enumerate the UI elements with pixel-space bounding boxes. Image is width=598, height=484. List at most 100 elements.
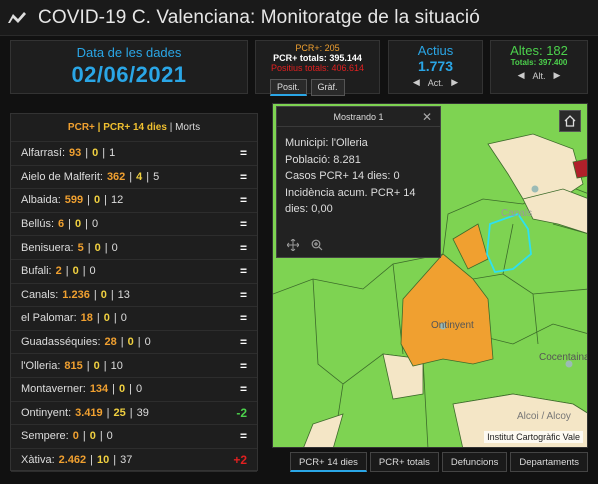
pcr14-value: 4	[136, 170, 143, 183]
tab-departaments[interactable]: Departaments	[510, 452, 589, 472]
pcr-value: 362	[106, 170, 126, 183]
close-icon[interactable]: ✕	[422, 107, 432, 127]
list-item[interactable]: Guadasséquies: 28 | 0 | 0 =	[11, 331, 257, 355]
list-item[interactable]: Ontinyent: 3.419 | 25 | 39 -2	[11, 402, 257, 426]
pcr-totals: PCR+ totals: 395.144	[273, 53, 362, 63]
popup-header: Mostrando 1 ✕	[277, 107, 440, 127]
app-title: COVID-19 C. Valenciana: Monitoratge de l…	[38, 6, 480, 28]
pcr14-value: 0	[103, 312, 110, 325]
pcr14-value: 0	[72, 265, 79, 278]
municipality-name: Guadasséquies:	[21, 336, 101, 349]
actius-label: Actius	[417, 43, 454, 58]
pcr-value: 18	[80, 312, 93, 325]
map-label: Ontinyent	[431, 320, 474, 331]
separator: |	[120, 336, 124, 349]
municipality-name: Benisuera:	[21, 241, 74, 254]
list-item[interactable]: Bufali: 2 | 0 | 0 =	[11, 260, 257, 284]
municipality-name: Bellús:	[21, 218, 55, 231]
popup-body: Municipi: l'Olleria Població: 8.281 Caso…	[277, 127, 440, 226]
pcr14-value: 0	[94, 241, 101, 254]
municipality-name: Montaverner:	[21, 383, 86, 396]
list-item[interactable]: Albaida: 599 | 0 | 12 =	[11, 189, 257, 213]
separator: |	[137, 336, 141, 349]
popup-toolbar	[287, 239, 323, 251]
home-icon	[564, 115, 576, 127]
list-item[interactable]: el Palomar: 18 | 0 | 0 =	[11, 307, 257, 331]
separator: |	[104, 194, 107, 207]
separator: |	[82, 265, 86, 278]
tab-defuncions[interactable]: Defuncions	[441, 452, 508, 472]
title-bar: COVID-19 C. Valenciana: Monitoratge de l…	[0, 0, 598, 36]
zoom-to-icon[interactable]	[311, 239, 323, 251]
town-marker	[531, 185, 539, 193]
header-morts: Morts	[175, 122, 201, 133]
map-attribution: Institut Cartogràfic Vale	[484, 431, 583, 443]
separator: |	[65, 265, 69, 278]
morts-value: 13	[117, 288, 130, 301]
actius-nav: ◀ Act. ▶	[389, 77, 482, 88]
popup-incidencia-value: dies: 0,00	[285, 203, 333, 215]
morts-value: 0	[144, 336, 151, 349]
home-button[interactable]	[559, 110, 581, 132]
header-sep: |	[169, 122, 173, 133]
list-item[interactable]: Aielo de Malferit: 362 | 4 | 5 =	[11, 166, 257, 190]
municipality-name: Canals:	[21, 288, 59, 301]
map-label: Canals	[501, 208, 532, 219]
morts-value: 10	[110, 359, 123, 372]
tab-posit[interactable]: Posit.	[270, 79, 307, 96]
list-item[interactable]: Sempere: 0 | 0 | 0 =	[11, 425, 257, 449]
morts-value: 1	[109, 147, 116, 160]
pcr-value: 2.462	[58, 454, 87, 467]
header-pcr14: PCR+ 14 dies	[103, 122, 167, 133]
trend-indicator: =	[239, 382, 247, 397]
prev-arrow-icon[interactable]: ◀	[413, 77, 420, 88]
pcr-value: 134	[89, 383, 109, 396]
actius-panel: Actius 1.773 ◀ Act. ▶	[388, 40, 483, 94]
list-item[interactable]: Bellús: 6 | 0 | 0 =	[11, 213, 257, 237]
move-icon[interactable]	[287, 239, 299, 251]
pcr14-value: 0	[100, 288, 107, 301]
list-item[interactable]: Xàtiva: 2.462 | 10 | 37 +2	[11, 449, 257, 473]
municipality-name: Xàtiva:	[21, 454, 55, 467]
tab-pcr-totals[interactable]: PCR+ totals	[369, 452, 439, 472]
pcr14-value: 0	[127, 336, 134, 349]
list-item[interactable]: Canals: 1.236 | 0 | 13 =	[11, 284, 257, 308]
municipality-name: Alfarrasí:	[21, 147, 66, 160]
separator: |	[102, 147, 106, 160]
pcr14-value: 25	[113, 406, 126, 419]
actius-nav-label: Act.	[427, 77, 444, 88]
list-item[interactable]: Benisuera: 5 | 0 | 0 =	[11, 236, 257, 260]
trend-indicator: =	[239, 193, 247, 208]
trend-indicator: +2	[233, 453, 247, 468]
next-arrow-icon[interactable]: ▶	[554, 70, 561, 81]
list-header: PCR+ | PCR+ 14 dies | Morts	[11, 114, 257, 142]
morts-value: 0	[89, 265, 96, 278]
header-sep: |	[97, 122, 101, 133]
municipality-name: Albaida:	[21, 194, 61, 207]
pcr14-value: 0	[93, 194, 101, 207]
municipality-name: Bufali:	[21, 265, 52, 278]
pcr-value: 6	[58, 218, 65, 231]
popup-casos: Casos PCR+ 14 dies: 0	[285, 170, 400, 182]
morts-value: 0	[92, 218, 99, 231]
list-item[interactable]: Alfarrasí: 93 | 0 | 1 =	[11, 142, 257, 166]
list-item[interactable]: Montaverner: 134 | 0 | 0 =	[11, 378, 257, 402]
altes-nav: ◀ Alt. ▶	[491, 70, 587, 81]
next-arrow-icon[interactable]: ▶	[451, 77, 458, 88]
altes-nav-label: Alt.	[532, 70, 546, 81]
pcr-value: 5	[77, 241, 84, 254]
prev-arrow-icon[interactable]: ◀	[518, 70, 525, 81]
tab-pcr-14-dies[interactable]: PCR+ 14 dies	[290, 452, 367, 472]
separator: |	[87, 194, 90, 207]
morts-value: 0	[120, 312, 127, 325]
feature-popup: Mostrando 1 ✕ Municipi: l'Olleria Poblac…	[276, 106, 441, 258]
municipality-list: PCR+ | PCR+ 14 dies | Morts Alfarrasí: 93…	[10, 113, 258, 473]
pcr14-value: 10	[97, 454, 110, 467]
list-item[interactable]: l'Olleria: 815 | 0 | 10 =	[11, 354, 257, 378]
separator: |	[106, 406, 110, 419]
pcr-panel: PCR+: 205 PCR+ totals: 395.144 Positius …	[255, 40, 380, 96]
map-label: Cocentaina	[539, 352, 588, 363]
pcr-value: 599	[64, 194, 84, 207]
pcr-daily: PCR+: 205	[295, 43, 340, 53]
tab-graf[interactable]: Gràf.	[310, 79, 345, 96]
